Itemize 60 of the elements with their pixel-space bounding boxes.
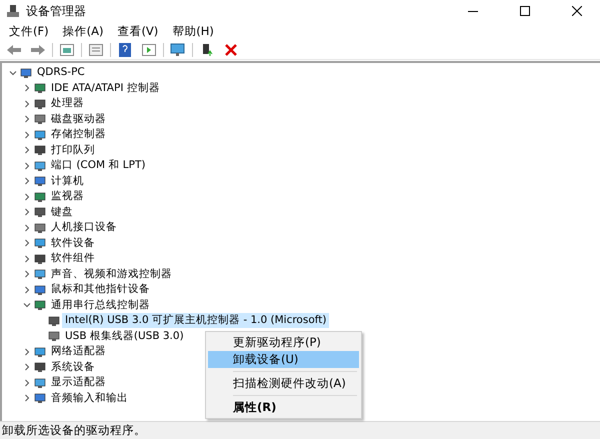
tree-item[interactable]: 系统设备 (48, 360, 98, 375)
tree-item[interactable]: 显示适配器 (48, 375, 109, 390)
device-icon (34, 128, 46, 141)
device-icon (34, 392, 46, 404)
tree-item[interactable]: 处理器 (48, 96, 87, 112)
menu-item[interactable]: 帮助(H) (165, 24, 221, 38)
tree-item[interactable]: 声音、视频和游戏控制器 (48, 266, 175, 282)
menu-item[interactable]: 文件(F) (2, 24, 56, 38)
maximize-icon (520, 6, 530, 16)
tree-item[interactable]: 软件设备 (48, 236, 98, 251)
device-icon (34, 144, 46, 156)
device-icon (34, 222, 46, 234)
chevron-down-icon[interactable] (23, 301, 31, 310)
tree-item[interactable]: 键盘 (48, 204, 76, 220)
context-menu-item[interactable]: 更新驱动程序(P) (208, 334, 359, 351)
tree-item[interactable]: 人机接口设备 (48, 220, 120, 236)
context-menu-item[interactable]: 属性(R) (208, 399, 359, 416)
status-text: 卸载所选设备的驱动程序。 (2, 423, 146, 438)
context-menu-item[interactable]: 扫描检测硬件改动(A) (208, 375, 359, 392)
device-icon (34, 346, 46, 358)
device-icon (34, 284, 46, 296)
tree-item[interactable]: 鼠标和其他指针设备 (48, 282, 153, 298)
device-icon (34, 361, 46, 374)
app-icon (6, 4, 20, 18)
device-icon (34, 237, 46, 250)
device-icon (34, 376, 46, 389)
tree-item[interactable]: 存储控制器 (48, 127, 109, 142)
device-icon (34, 206, 46, 218)
tree-item[interactable]: 计算机 (48, 174, 87, 189)
device-icon (34, 175, 46, 188)
device-icon (34, 82, 46, 94)
tree-item[interactable]: 监视器 (48, 189, 87, 204)
tree-item[interactable]: 通用串行总线控制器 (48, 298, 153, 313)
close-icon (572, 6, 582, 16)
menu-item[interactable]: 操作(A) (56, 24, 110, 38)
device-icon (48, 314, 60, 327)
device-icon (34, 190, 46, 203)
tree-item[interactable]: 音频输入和输出 (48, 390, 131, 406)
context-menu-item[interactable]: 卸载设备(U) (208, 351, 359, 368)
device-icon (34, 252, 46, 265)
chevron-down-icon[interactable] (9, 68, 17, 77)
device-icon (48, 330, 60, 342)
device-icon (34, 268, 46, 280)
device-icon (34, 299, 46, 312)
menu-item[interactable]: 查看(V) (110, 24, 166, 38)
tree-item[interactable]: Intel(R) USB 3.0 可扩展主机控制器 - 1.0 (Microsoft) (62, 313, 330, 328)
device-icon (20, 66, 32, 79)
device-icon (34, 113, 46, 126)
tree-item[interactable]: 网络适配器 (48, 344, 109, 360)
window-title: 设备管理器 (26, 2, 87, 20)
device-arrow-icon (201, 42, 213, 56)
tree-item[interactable]: 端口 (COM 和 LPT) (48, 158, 148, 174)
tree-item[interactable]: USB 根集线器(USB 3.0) (62, 328, 187, 344)
tree-item[interactable]: 软件组件 (48, 251, 98, 266)
tree-item[interactable]: QDRS-PC (34, 65, 88, 80)
tree-item[interactable]: 磁盘驱动器 (48, 112, 109, 127)
tree-item[interactable]: IDE ATA/ATAPI 控制器 (48, 80, 163, 96)
device-icon (34, 160, 46, 172)
device-icon (34, 98, 46, 110)
tree-item[interactable]: 打印队列 (48, 142, 98, 158)
